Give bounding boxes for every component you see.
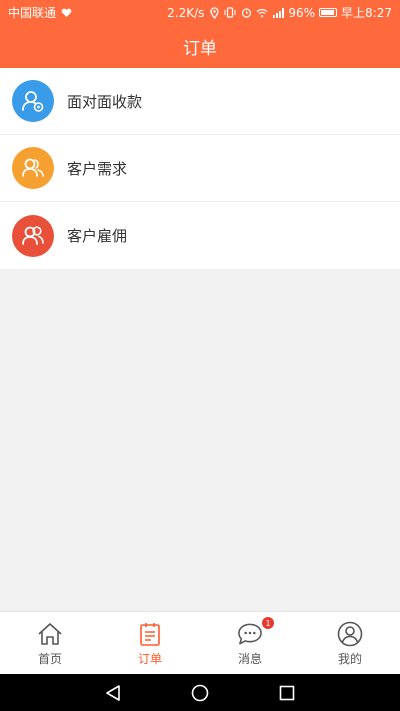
customer-demand-icon xyxy=(12,147,54,189)
tab-label: 消息 xyxy=(237,652,262,666)
menu-item-label: 客户需求 xyxy=(67,159,128,178)
tab-orders[interactable]: 订单 xyxy=(100,612,200,674)
heart-icon xyxy=(60,7,72,19)
vibrate-icon xyxy=(224,7,236,19)
message-badge: 1 xyxy=(262,617,274,629)
user-payment-icon xyxy=(12,80,54,122)
home-circle-icon[interactable] xyxy=(188,681,212,705)
profile-icon xyxy=(337,621,363,647)
tab-label: 首页 xyxy=(37,652,62,666)
tab-messages[interactable]: 1 消息 xyxy=(200,612,300,674)
message-icon xyxy=(237,621,263,647)
back-icon[interactable] xyxy=(101,681,125,705)
header-bar: 订单 xyxy=(0,25,400,68)
network-speed: 2.2K/s xyxy=(167,5,205,20)
tab-profile[interactable]: 我的 xyxy=(300,612,400,674)
status-bar: 中国联通 2.2K/s 96% 早上8:27 xyxy=(0,0,400,25)
page-title: 订单 xyxy=(183,39,217,59)
menu-item-customer-hire[interactable]: 客户雇佣 xyxy=(0,202,400,269)
location-icon xyxy=(208,6,220,19)
home-icon xyxy=(37,621,63,647)
battery-percent: 96% xyxy=(288,5,316,20)
alarm-icon xyxy=(240,7,252,19)
order-menu-list: 面对面收款 客户需求 客户雇佣 xyxy=(0,68,400,269)
wifi-icon xyxy=(256,7,268,19)
bottom-tab-bar: 首页 订单 1 消息 我的 xyxy=(0,611,400,674)
menu-item-customer-demand[interactable]: 客户需求 xyxy=(0,135,400,202)
battery-icon xyxy=(319,8,338,17)
screen: 中国联通 2.2K/s 96% 早上8:27 订单 面对面收款 客户需求 客户雇… xyxy=(0,0,400,711)
carrier-label: 中国联通 xyxy=(8,6,57,20)
tab-label: 我的 xyxy=(337,652,362,666)
status-left: 中国联通 xyxy=(8,4,72,21)
menu-item-label: 客户雇佣 xyxy=(67,227,128,245)
tab-label: 订单 xyxy=(137,652,162,666)
battery-fill xyxy=(321,10,335,15)
status-right: 2.2K/s 96% 早上8:27 xyxy=(167,4,392,21)
order-icon xyxy=(137,621,163,647)
tab-home[interactable]: 首页 xyxy=(0,612,100,674)
signal-icon xyxy=(272,7,285,19)
system-nav-bar xyxy=(0,674,400,711)
customer-hire-icon xyxy=(12,214,54,257)
menu-item-label: 面对面收款 xyxy=(67,92,143,111)
menu-item-face-to-face-payment[interactable]: 面对面收款 xyxy=(0,68,400,135)
clock: 早上8:27 xyxy=(341,6,392,20)
recents-icon[interactable] xyxy=(275,681,299,705)
